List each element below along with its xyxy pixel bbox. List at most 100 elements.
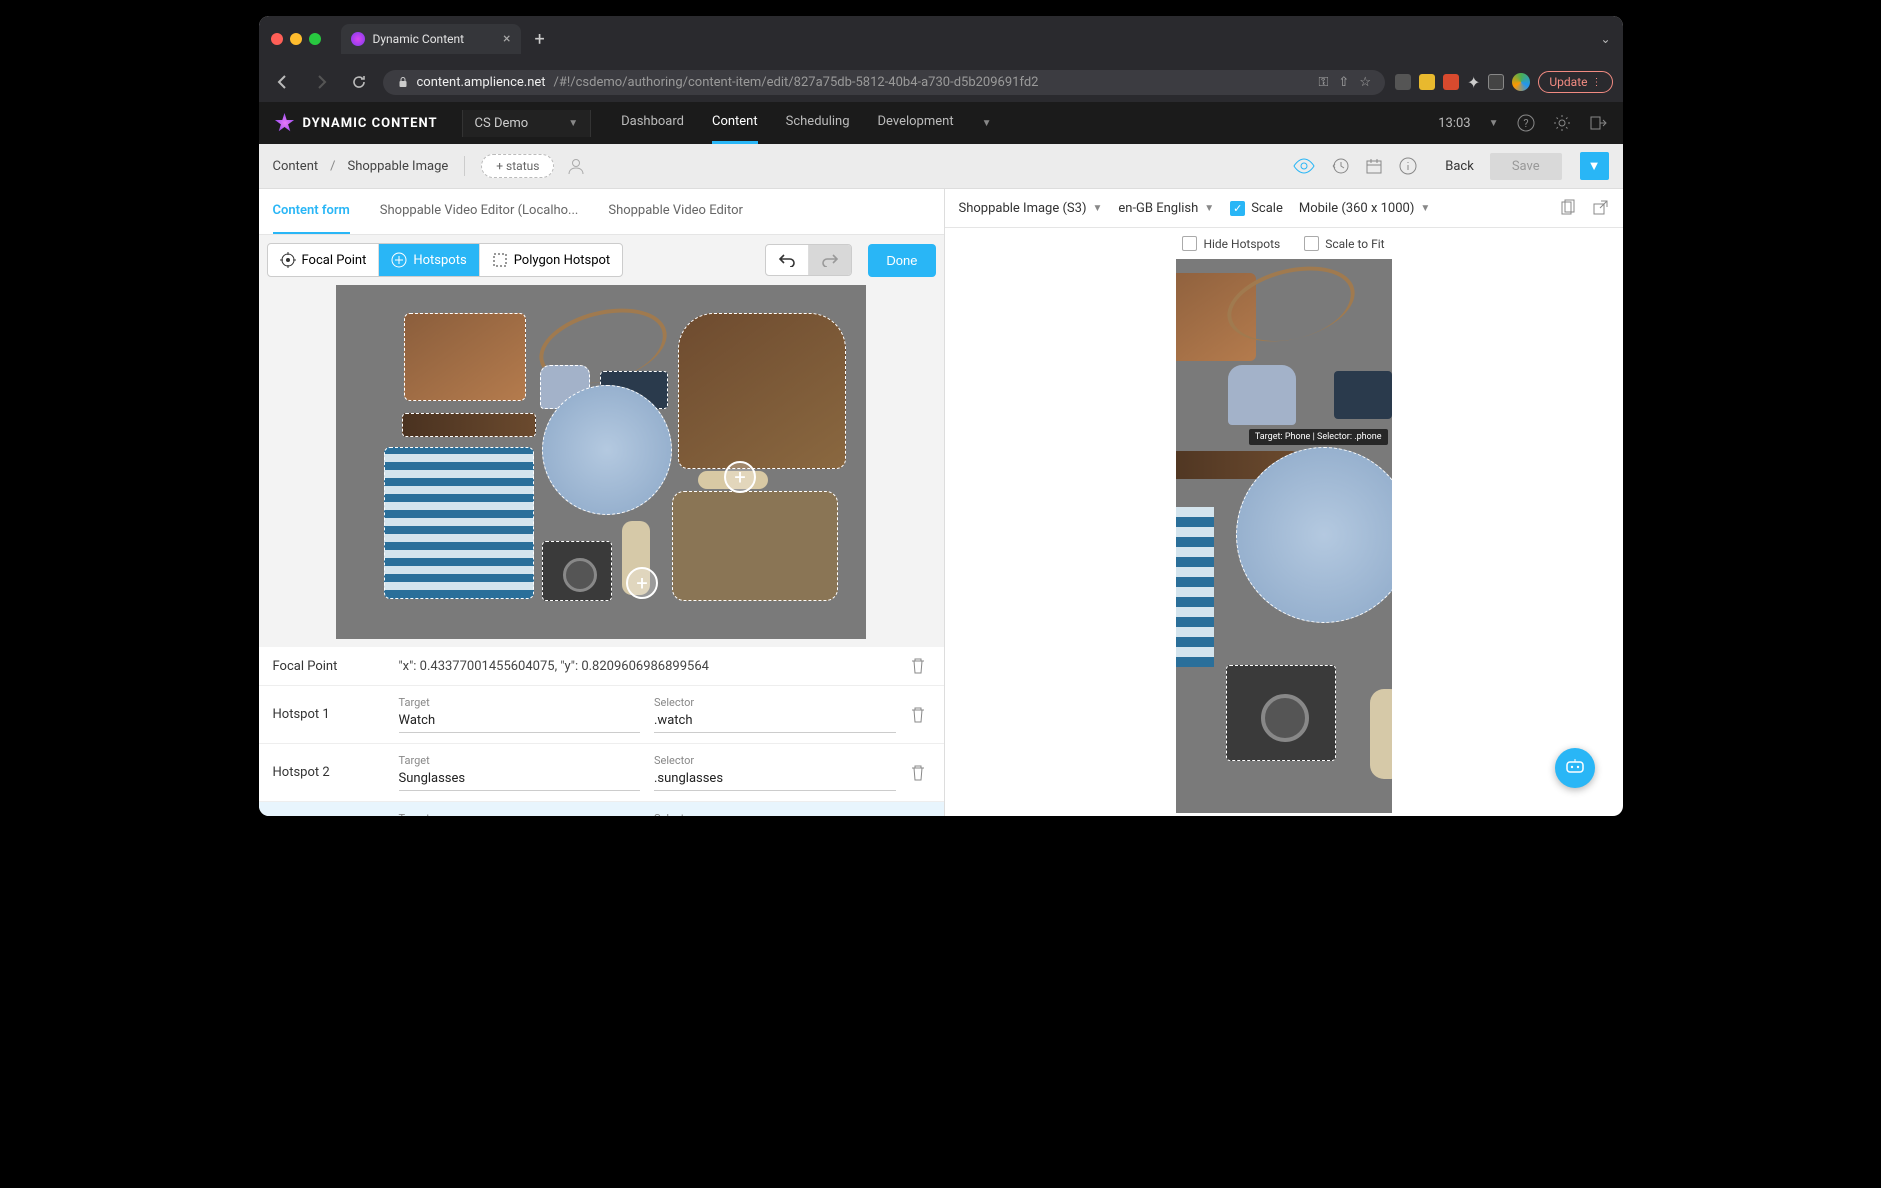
window-close-dot[interactable] — [271, 33, 283, 45]
breadcrumb-root[interactable]: Content — [273, 159, 319, 174]
image-canvas[interactable]: + + — [336, 285, 866, 639]
extension-icon[interactable] — [1419, 74, 1435, 90]
nav-forward-icon — [307, 68, 335, 96]
logo-icon — [275, 113, 295, 133]
delete-icon[interactable] — [910, 764, 930, 782]
brand-name: DYNAMIC CONTENT — [303, 116, 438, 131]
polygon-scarf[interactable] — [542, 385, 672, 515]
breadcrumb-current: Shoppable Image — [348, 159, 449, 174]
tab-shoppable-remote[interactable]: Shoppable Video Editor — [608, 189, 743, 234]
nav-development[interactable]: Development — [878, 102, 954, 144]
checkbox-icon — [1182, 236, 1197, 251]
nav-dashboard[interactable]: Dashboard — [621, 102, 684, 144]
info-icon[interactable] — [1399, 157, 1417, 175]
hotspot-sunglasses[interactable]: + — [724, 461, 756, 493]
delete-icon[interactable] — [910, 657, 930, 675]
share-icon[interactable]: ⇧ — [1338, 75, 1349, 90]
tab-overflow-icon[interactable]: ⌄ — [1600, 32, 1610, 46]
row-polygon-1: Polygon 1 TargetShirt Selector.shirt — [259, 802, 944, 816]
help-icon[interactable]: ? — [1517, 114, 1535, 132]
delete-icon[interactable] — [910, 706, 930, 724]
history-icon[interactable] — [1331, 157, 1349, 175]
extensions-menu-icon[interactable]: ✦ — [1467, 73, 1480, 92]
polygon-icon — [492, 252, 508, 268]
tab-title: Dynamic Content — [373, 32, 465, 46]
chat-fab[interactable] — [1555, 748, 1595, 788]
svg-text:?: ? — [1523, 117, 1528, 130]
add-status-chip[interactable]: + status — [481, 154, 554, 178]
tool-hotspots[interactable]: Hotspots — [379, 244, 479, 276]
target-input[interactable]: Sunglasses — [399, 769, 641, 791]
time-dropdown-icon[interactable]: ▼ — [1489, 118, 1499, 129]
polygon-wallet[interactable] — [404, 313, 526, 401]
address-bar[interactable]: content.amplience.net /#!/csdemo/authorin… — [383, 70, 1385, 95]
hide-hotspots-checkbox[interactable]: Hide Hotspots — [1182, 236, 1280, 251]
back-button[interactable]: Back — [1445, 159, 1474, 174]
copy-icon[interactable] — [1559, 199, 1577, 217]
hub-selector[interactable]: CS Demo ▼ — [462, 110, 592, 137]
tool-polygon[interactable]: Polygon Hotspot — [480, 244, 623, 276]
hotspot-watch[interactable]: + — [626, 567, 658, 599]
assignee-icon[interactable] — [566, 156, 586, 176]
locale-select[interactable]: en-GB English▼ — [1118, 201, 1214, 216]
chevron-down-icon: ▼ — [568, 118, 578, 129]
extension-icon[interactable] — [1443, 74, 1459, 90]
done-button[interactable]: Done — [868, 244, 935, 277]
plus-circle-icon — [391, 252, 407, 268]
nav-reload-icon[interactable] — [345, 68, 373, 96]
chevron-down-icon: ▼ — [1204, 203, 1214, 214]
lock-icon — [397, 76, 409, 88]
checkbox-icon — [1304, 236, 1319, 251]
target-input[interactable]: Watch — [399, 711, 641, 733]
new-tab-button[interactable]: + — [535, 29, 545, 50]
selector-input[interactable]: .watch — [654, 711, 896, 733]
undo-button[interactable] — [766, 245, 809, 275]
browser-tab[interactable]: Dynamic Content × — [341, 24, 521, 54]
row-hotspot-2: Hotspot 2 TargetSunglasses Selector.sung… — [259, 744, 944, 802]
extension-icon[interactable] — [1488, 74, 1504, 90]
target-icon — [280, 252, 296, 268]
settings-icon[interactable] — [1553, 114, 1571, 132]
row-hotspot-1: Hotspot 1 TargetWatch Selector.watch — [259, 686, 944, 744]
polygon-shirt[interactable] — [384, 447, 534, 599]
profile-avatar[interactable] — [1512, 73, 1530, 91]
polygon-bag[interactable] — [678, 313, 846, 469]
preview-tooltip: Target: Phone | Selector: .phone — [1249, 429, 1388, 445]
polygon-belt[interactable] — [402, 413, 536, 437]
polygon-shoes[interactable] — [672, 491, 838, 601]
polygon-camera[interactable] — [542, 541, 612, 601]
window-max-dot[interactable] — [309, 33, 321, 45]
nav-content[interactable]: Content — [712, 102, 758, 144]
url-path: /#!/csdemo/authoring/content-item/edit/8… — [554, 75, 1039, 90]
url-host: content.amplience.net — [417, 75, 546, 90]
calendar-icon[interactable] — [1365, 157, 1383, 175]
content-type-select[interactable]: Shoppable Image (S3)▼ — [959, 201, 1103, 216]
window-min-dot[interactable] — [290, 33, 302, 45]
tool-focal-point[interactable]: Focal Point — [268, 244, 380, 276]
device-select[interactable]: Mobile (360 x 1000)▼ — [1299, 201, 1430, 216]
tab-content-form[interactable]: Content form — [273, 189, 350, 234]
redo-button — [809, 245, 851, 275]
update-button[interactable]: Update⋮ — [1538, 71, 1612, 93]
nav-more-icon[interactable]: ▼ — [982, 118, 992, 129]
external-link-icon[interactable] — [1591, 199, 1609, 217]
save-button: Save — [1490, 153, 1562, 180]
preview-eye-icon[interactable] — [1293, 158, 1315, 174]
chevron-down-icon: ▼ — [1420, 203, 1430, 214]
extension-icon[interactable] — [1395, 74, 1411, 90]
selector-input[interactable]: .sunglasses — [654, 769, 896, 791]
bookmark-icon[interactable]: ☆ — [1359, 75, 1371, 90]
preview-frame: Target: Phone | Selector: .phone — [1176, 259, 1392, 813]
nav-back-icon[interactable] — [269, 68, 297, 96]
chevron-down-icon: ▼ — [1092, 203, 1102, 214]
scale-checkbox[interactable]: ✓Scale — [1230, 201, 1283, 216]
logout-icon[interactable] — [1589, 114, 1607, 132]
nav-scheduling[interactable]: Scheduling — [786, 102, 850, 144]
tab-shoppable-local[interactable]: Shoppable Video Editor (Localho... — [380, 189, 579, 234]
save-dropdown[interactable]: ▼ — [1580, 152, 1609, 180]
scale-to-fit-checkbox[interactable]: Scale to Fit — [1304, 236, 1384, 251]
checkbox-icon: ✓ — [1230, 201, 1245, 216]
close-tab-icon[interactable]: × — [503, 31, 510, 47]
key-icon[interactable]: ⚿ — [1319, 75, 1329, 90]
brand-logo[interactable]: DYNAMIC CONTENT — [275, 113, 438, 133]
